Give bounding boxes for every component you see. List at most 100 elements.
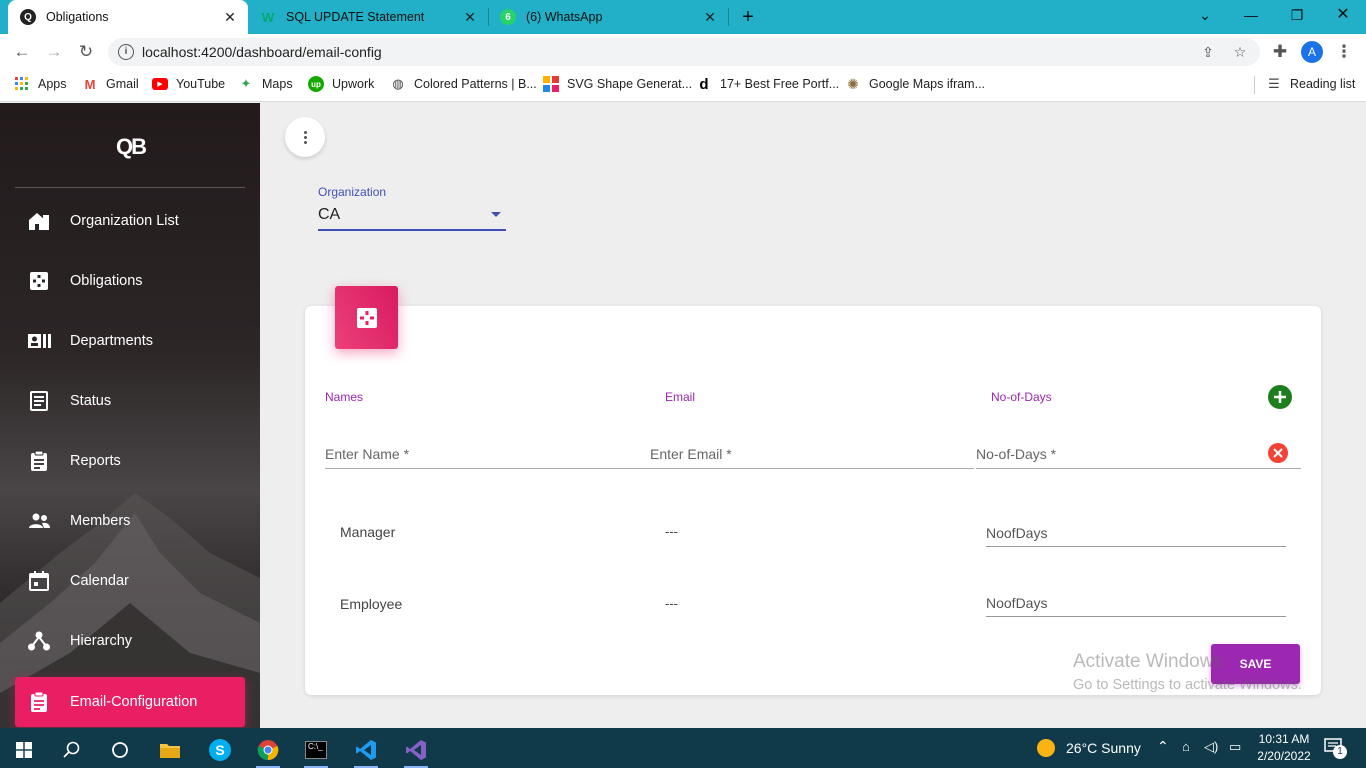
url-text[interactable]: localhost:4200/dashboard/email-config bbox=[142, 44, 382, 60]
organization-label: Organization bbox=[318, 185, 387, 199]
tab-title: SQL UPDATE Statement bbox=[286, 10, 425, 24]
add-row-button[interactable] bbox=[1268, 385, 1292, 409]
visual-studio-icon[interactable] bbox=[394, 732, 438, 768]
vscode-icon[interactable] bbox=[344, 732, 388, 768]
close-tab-icon[interactable]: ✕ bbox=[702, 9, 718, 25]
skype-icon[interactable]: S bbox=[198, 732, 242, 768]
youtube-icon: ▶ bbox=[152, 78, 168, 90]
row-email-employee: --- bbox=[665, 596, 678, 611]
volume-icon[interactable]: ◁) bbox=[1204, 739, 1218, 755]
row-name-employee: Employee bbox=[340, 596, 403, 612]
file-explorer-icon[interactable] bbox=[148, 732, 192, 768]
site-info-icon[interactable]: i bbox=[118, 44, 134, 60]
bookmark-youtube[interactable]: ▶ YouTube bbox=[152, 70, 225, 98]
share-icon[interactable]: ⇪ bbox=[1198, 42, 1218, 62]
close-window-icon[interactable]: ✕ bbox=[1320, 0, 1366, 30]
notification-center-icon[interactable]: 1 bbox=[1324, 738, 1347, 759]
weather-text[interactable]: 26°C Sunny bbox=[1066, 740, 1141, 756]
cortana-icon[interactable] bbox=[98, 732, 142, 768]
manager-days-placeholder: NoofDays bbox=[986, 525, 1048, 541]
search-icon[interactable] bbox=[50, 732, 94, 768]
reading-list-button[interactable]: ☰ Reading list bbox=[1266, 70, 1355, 98]
reading-list-icon: ☰ bbox=[1268, 76, 1280, 91]
row-name-manager: Manager bbox=[340, 524, 396, 540]
bookmark-google-maps-iframe[interactable]: ✺ Google Maps ifram... bbox=[845, 70, 985, 98]
sidebar-item-calendar[interactable]: Calendar bbox=[15, 556, 245, 606]
hierarchy-icon bbox=[27, 629, 51, 653]
tab-obligations[interactable]: Q Obligations ✕ bbox=[8, 0, 248, 34]
tab-title: Obligations bbox=[46, 10, 109, 24]
sidebar-item-email-configuration[interactable]: Email-Configuration bbox=[15, 677, 245, 727]
bookmark-svg-shape[interactable]: SVG Shape Generat... bbox=[543, 70, 692, 98]
bookmark-apps[interactable]: Apps bbox=[14, 70, 67, 98]
network-icon[interactable]: ⌂ bbox=[1182, 739, 1190, 754]
obligations-icon bbox=[356, 307, 377, 328]
sidebar-item-departments[interactable]: Departments bbox=[15, 316, 245, 366]
sidebar-item-hierarchy[interactable]: Hierarchy bbox=[15, 616, 245, 666]
sidebar-item-organization-list[interactable]: Organization List bbox=[15, 196, 245, 246]
chrome-icon[interactable] bbox=[246, 732, 290, 768]
name-input-placeholder: Enter Name * bbox=[325, 446, 410, 462]
name-input[interactable]: Enter Name * bbox=[325, 441, 650, 469]
tab-whatsapp[interactable]: 6 (6) WhatsApp ✕ bbox=[488, 0, 728, 34]
battery-icon[interactable]: ▭ bbox=[1229, 739, 1241, 755]
close-tab-icon[interactable]: ✕ bbox=[462, 9, 478, 25]
row-email-manager: --- bbox=[665, 524, 678, 539]
bookmark-upwork[interactable]: up Upwork bbox=[308, 70, 374, 98]
email-input[interactable]: Enter Email * bbox=[650, 441, 974, 469]
bookmarks-divider bbox=[1254, 76, 1255, 94]
bookmark-portfolio[interactable]: d 17+ Best Free Portf... bbox=[696, 70, 839, 98]
bookmark-colored-patterns[interactable]: ◍ Colored Patterns | B... bbox=[390, 70, 536, 98]
bookmark-maps[interactable]: ✦ Maps bbox=[238, 70, 293, 98]
status-icon bbox=[27, 389, 51, 413]
profile-avatar[interactable]: A bbox=[1301, 41, 1323, 63]
back-arrow-icon[interactable]: ← bbox=[10, 40, 34, 64]
employee-days-placeholder: NoofDays bbox=[986, 595, 1048, 611]
terminal-icon[interactable]: C:\_ bbox=[294, 732, 338, 768]
activate-windows-subtitle: Go to Settings to activate Windows. bbox=[1073, 677, 1302, 693]
weather-sun-icon[interactable] bbox=[1037, 739, 1055, 757]
app-logo[interactable]: QB bbox=[116, 134, 147, 160]
reload-icon[interactable]: ↻ bbox=[74, 40, 98, 64]
sidebar-item-status[interactable]: Status bbox=[15, 376, 245, 426]
new-tab-icon[interactable]: + bbox=[736, 5, 760, 29]
days-input-placeholder: No-of-Days * bbox=[976, 446, 1057, 462]
bookmark-star-icon[interactable]: ☆ bbox=[1230, 42, 1250, 62]
manager-days-input[interactable]: NoofDays bbox=[986, 521, 1286, 547]
extensions-puzzle-icon[interactable]: ✚ bbox=[1268, 40, 1292, 64]
forward-arrow-icon[interactable]: → bbox=[42, 40, 66, 64]
employee-days-input[interactable]: NoofDays bbox=[986, 591, 1286, 617]
w3schools-favicon-icon: W bbox=[261, 9, 275, 25]
sidebar-item-members[interactable]: Members bbox=[15, 496, 245, 546]
departments-icon bbox=[27, 329, 51, 353]
sidebar-item-reports[interactable]: Reports bbox=[15, 436, 245, 486]
bookmark-gmail[interactable]: M Gmail bbox=[82, 70, 139, 98]
tab-title: (6) WhatsApp bbox=[526, 10, 603, 24]
browser-toolbar: ← → ↻ i localhost:4200/dashboard/email-c… bbox=[0, 34, 1366, 70]
clock-date[interactable]: 2/20/2022 bbox=[1252, 749, 1316, 763]
notification-count: 1 bbox=[1333, 745, 1347, 759]
organization-select[interactable]: CA bbox=[318, 203, 506, 231]
tab-sql-update[interactable]: W SQL UPDATE Statement ✕ bbox=[248, 0, 488, 34]
sidebar-item-obligations[interactable]: Obligations bbox=[15, 256, 245, 306]
address-bar[interactable]: i localhost:4200/dashboard/email-config … bbox=[108, 38, 1260, 66]
days-input[interactable]: No-of-Days * bbox=[976, 441, 1301, 469]
browser-menu-icon[interactable]: ⋮ bbox=[1332, 40, 1356, 64]
email-input-placeholder: Enter Email * bbox=[650, 446, 732, 462]
browser-tab-strip: Q Obligations ✕ W SQL UPDATE Statement ✕… bbox=[0, 0, 1366, 34]
tab-search-chevron-icon[interactable]: ⌄ bbox=[1182, 0, 1228, 30]
more-options-button[interactable] bbox=[285, 117, 325, 157]
windows-start-icon[interactable] bbox=[2, 732, 46, 768]
svg-shape-icon bbox=[543, 76, 559, 92]
windows-taskbar: S C:\_ 26°C Sunny ⌃ ⌂ ◁) ▭ 10:31 AM 2/20… bbox=[0, 728, 1366, 768]
tray-chevron-icon[interactable]: ⌃ bbox=[1157, 738, 1169, 755]
minimize-icon[interactable]: — bbox=[1228, 0, 1274, 30]
plus-icon bbox=[1274, 391, 1286, 403]
email-config-icon bbox=[27, 690, 51, 714]
apps-grid-icon bbox=[14, 76, 30, 92]
activate-windows-title: Activate Windows bbox=[1073, 651, 1223, 672]
restore-icon[interactable]: ❐ bbox=[1274, 0, 1320, 30]
close-tab-icon[interactable]: ✕ bbox=[222, 9, 238, 25]
clock-time[interactable]: 10:31 AM bbox=[1252, 732, 1316, 746]
remove-row-button[interactable] bbox=[1268, 443, 1288, 463]
